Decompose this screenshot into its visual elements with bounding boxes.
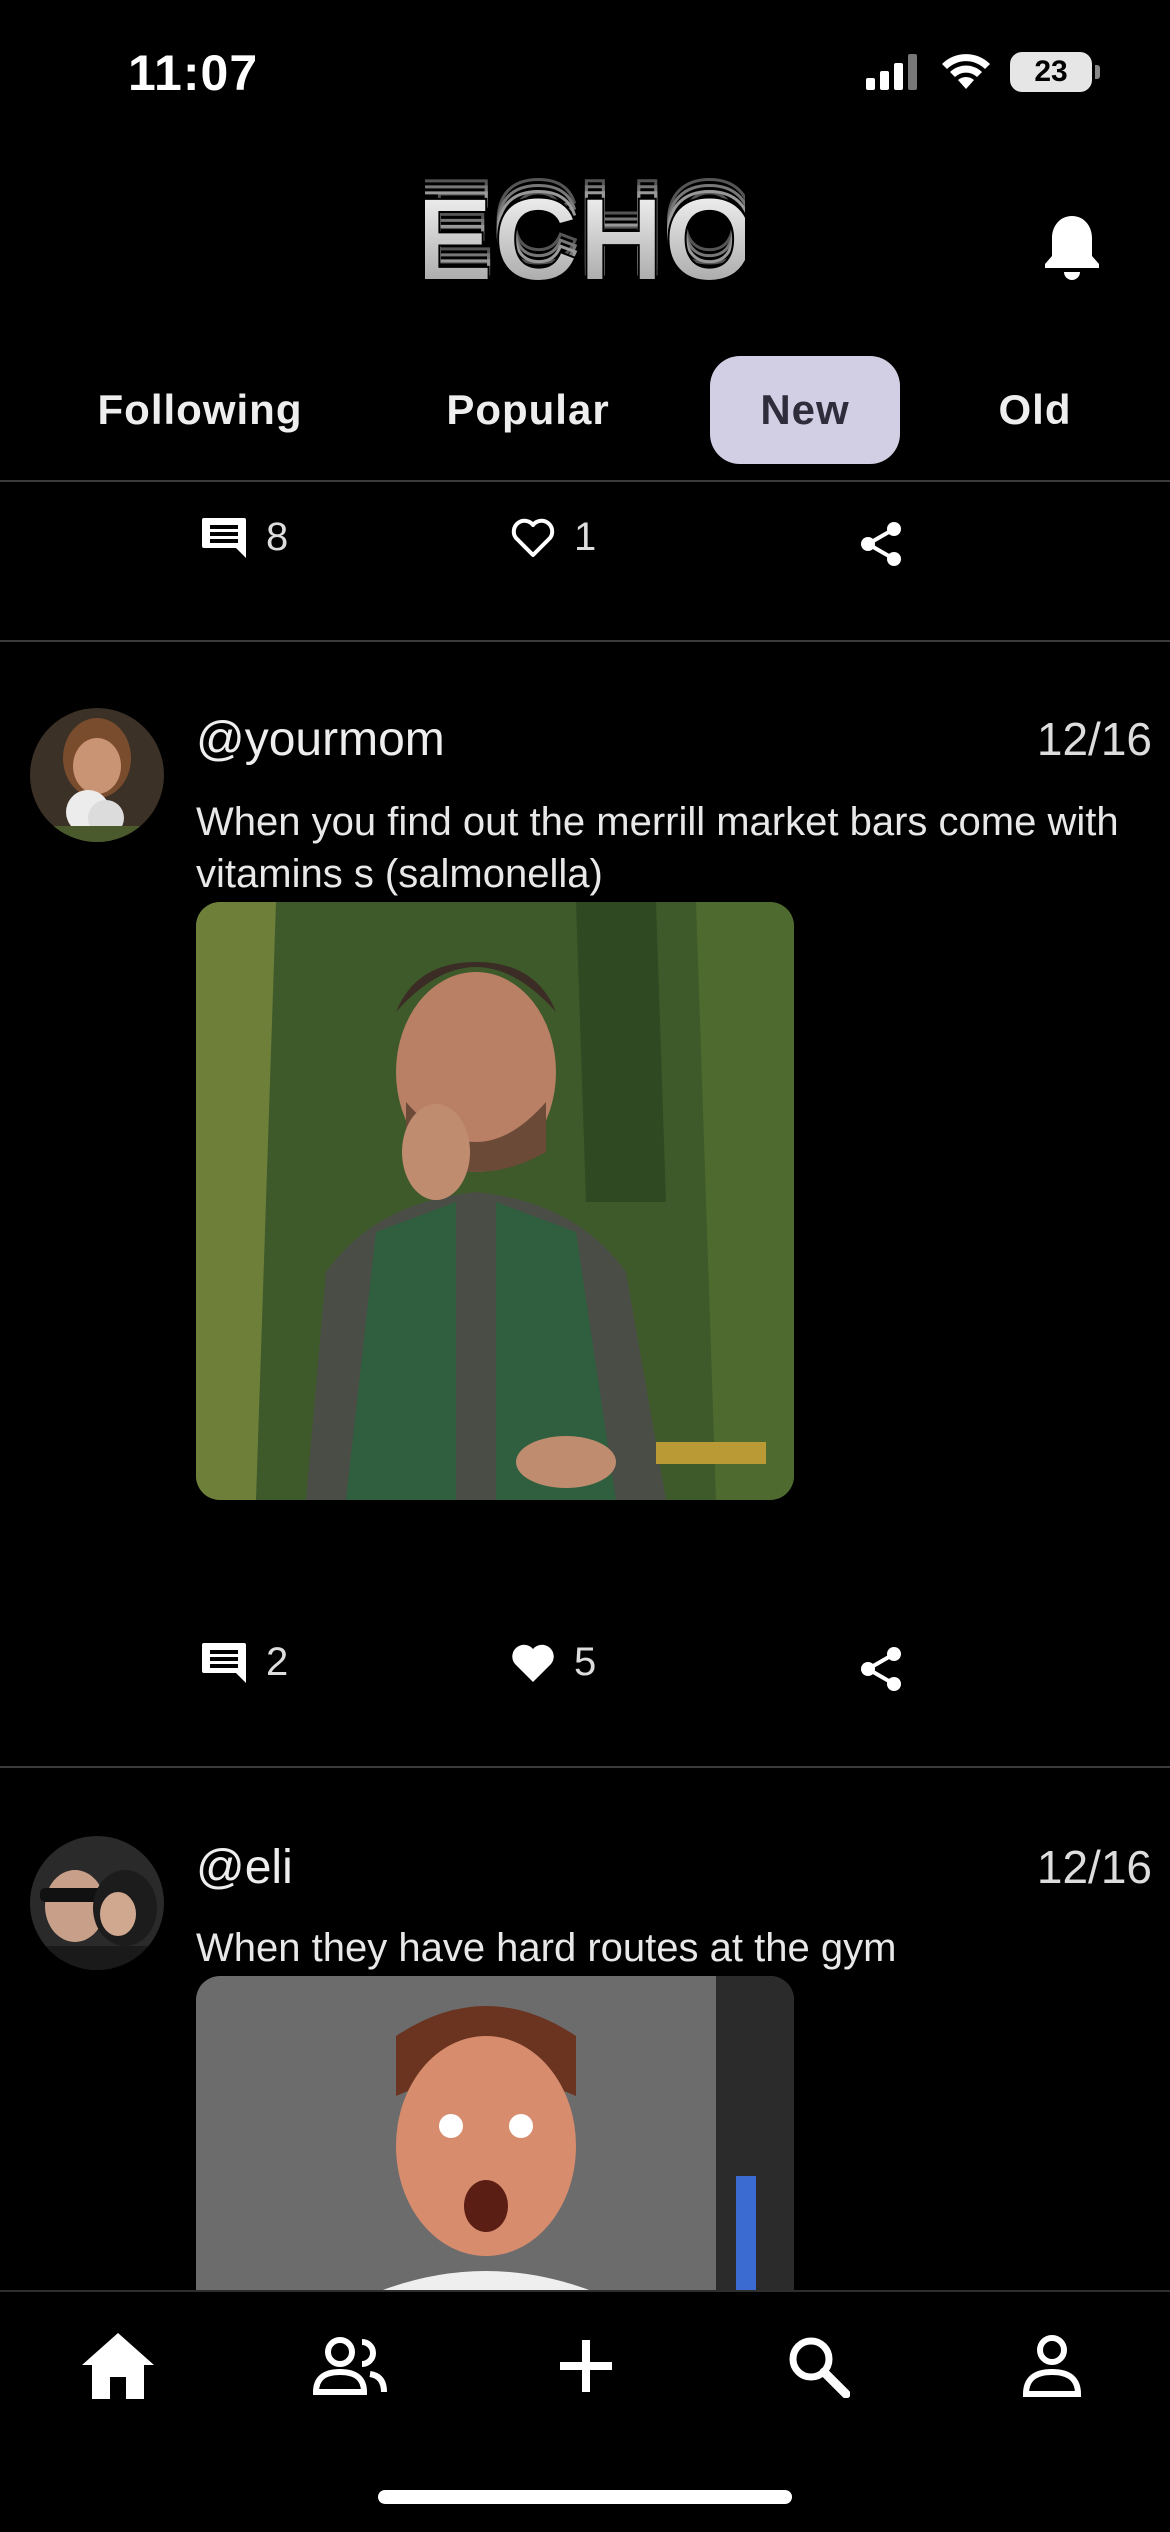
status-icons: 23 <box>866 52 1100 92</box>
home-indicator[interactable] <box>378 2490 792 2504</box>
heart-outline-icon <box>511 518 555 557</box>
tabs-divider <box>0 480 1170 482</box>
nav-add-icon[interactable] <box>536 2326 636 2406</box>
nav-profile-icon[interactable] <box>1002 2326 1102 2406</box>
battery-icon: 23 <box>1010 52 1100 92</box>
post-gif[interactable] <box>196 1976 794 2292</box>
comment-icon <box>202 1642 246 1683</box>
share-icon[interactable] <box>858 1645 906 1698</box>
post-date: 12/16 <box>1036 713 1152 765</box>
prev-post-comment-count: 8 <box>266 515 289 559</box>
wifi-icon <box>942 54 990 89</box>
prev-post-share-icon[interactable] <box>858 520 906 573</box>
avatar[interactable] <box>30 708 164 842</box>
nav-search-icon[interactable] <box>768 2326 868 2406</box>
post-divider <box>0 640 1170 642</box>
prev-post-comment-button[interactable]: 8 <box>200 515 288 560</box>
post-text: When they have hard routes at the gym <box>196 1926 897 1970</box>
app-logo: ECHO ECHO ECHO ECHO <box>0 140 1170 315</box>
tab-popular[interactable]: Popular <box>400 356 656 464</box>
post-text: When you find out the merrill market bar… <box>196 800 1119 896</box>
heart-filled-icon <box>512 1644 554 1682</box>
status-time: 11:07 <box>128 45 259 101</box>
comment-button[interactable]: 2 <box>200 1640 288 1685</box>
comment-count: 2 <box>266 1640 289 1684</box>
feed-tabs: Following Popular New Old <box>0 356 1170 466</box>
logo-text: ECHO <box>425 174 745 306</box>
notifications-bell-icon[interactable] <box>1042 212 1102 287</box>
signal-icon <box>866 54 917 90</box>
comment-icon <box>202 517 246 558</box>
nav-people-icon[interactable] <box>300 2326 400 2406</box>
nav-home-icon[interactable] <box>68 2326 168 2406</box>
like-button[interactable]: 5 <box>510 1640 596 1685</box>
tab-old[interactable]: Old <box>950 356 1120 464</box>
prev-post-like-button[interactable]: 1 <box>510 515 596 560</box>
tab-new[interactable]: New <box>710 356 900 464</box>
bottom-nav <box>0 2290 1170 2434</box>
prev-post-like-count: 1 <box>574 515 597 559</box>
post-handle[interactable]: @yourmom <box>196 712 445 767</box>
post-gif[interactable] <box>196 902 794 1500</box>
like-count: 5 <box>574 1640 597 1684</box>
post-handle[interactable]: @eli <box>196 1840 293 1895</box>
tab-following[interactable]: Following <box>60 356 340 464</box>
avatar[interactable] <box>30 1836 164 1970</box>
post-divider <box>0 1766 1170 1768</box>
post-date: 12/16 <box>1036 1841 1152 1893</box>
